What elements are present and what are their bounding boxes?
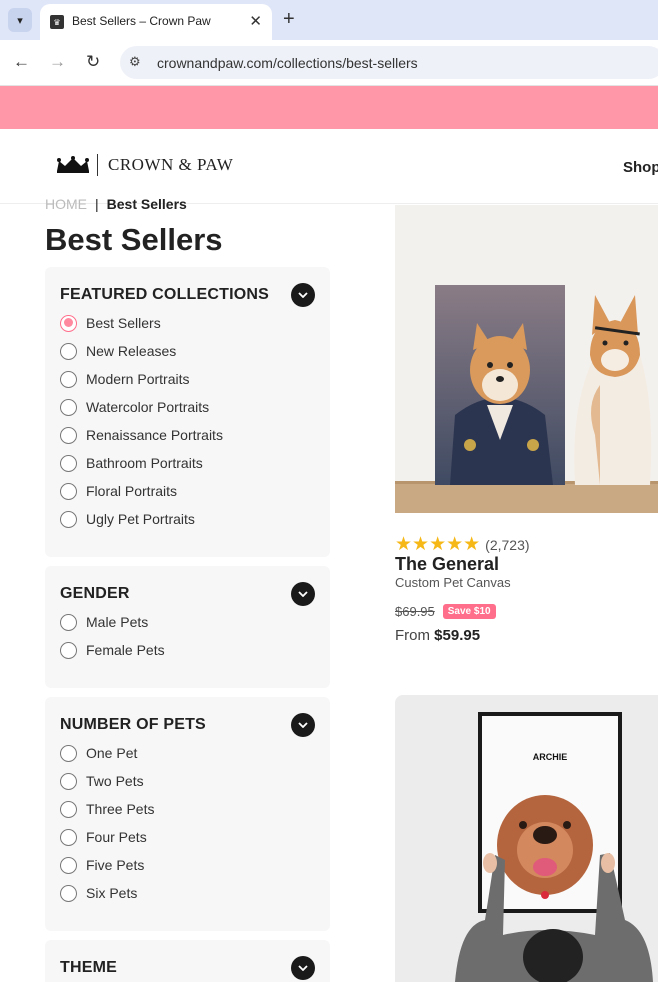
poster-name: ARCHIE bbox=[533, 752, 568, 762]
sale-price: $59.95 bbox=[434, 627, 481, 644]
new-tab-button[interactable]: + bbox=[283, 8, 295, 30]
filter-option-watercolor-portraits[interactable]: Watercolor Portraits bbox=[60, 398, 209, 416]
product-image-archie-poster[interactable]: ARCHIE bbox=[395, 695, 658, 982]
compare-at-price: $69.95 bbox=[395, 604, 435, 619]
site-header: CROWN & PAW Shop bbox=[0, 129, 658, 204]
from-price: From $59.95 bbox=[395, 627, 480, 644]
filter-option-renaissance-portraits[interactable]: Renaissance Portraits bbox=[60, 426, 223, 444]
radio-button[interactable] bbox=[60, 398, 77, 416]
radio-button[interactable] bbox=[60, 884, 77, 902]
radio-button[interactable] bbox=[60, 800, 77, 818]
filter-option-three-pets[interactable]: Three Pets bbox=[60, 800, 154, 818]
logo-wordmark: CROWN & PAW bbox=[108, 155, 234, 174]
filter-number-of-pets: NUMBER OF PETS One Pet Two Pets Three Pe… bbox=[45, 697, 330, 931]
radio-button[interactable] bbox=[60, 613, 77, 631]
url-text[interactable]: crownandpaw.com/collections/best-sellers bbox=[157, 55, 418, 71]
crown-favicon-icon: ♛ bbox=[50, 15, 64, 29]
promo-banner bbox=[0, 86, 658, 129]
product-subtitle: Custom Pet Canvas bbox=[395, 575, 511, 590]
radio-button[interactable] bbox=[60, 510, 77, 528]
radio-button[interactable] bbox=[60, 641, 77, 659]
radio-button[interactable] bbox=[60, 772, 77, 790]
filter-option-four-pets[interactable]: Four Pets bbox=[60, 828, 147, 846]
rating-stars-icon: ★★★★★ bbox=[395, 534, 481, 555]
filter-option-floral-portraits[interactable]: Floral Portraits bbox=[60, 482, 177, 500]
radio-button[interactable] bbox=[60, 744, 77, 762]
general-canvas-photo bbox=[395, 205, 658, 513]
filter-option-five-pets[interactable]: Five Pets bbox=[60, 856, 144, 874]
radio-button[interactable] bbox=[60, 828, 77, 846]
site-settings-icon[interactable]: ⚙ bbox=[129, 54, 141, 70]
breadcrumb-home[interactable]: HOME bbox=[45, 196, 87, 212]
filter-featured-collections: FEATURED COLLECTIONS Best Sellers New Re… bbox=[45, 267, 330, 557]
filter-heading-gender: GENDER bbox=[60, 585, 130, 602]
filter-option-modern-portraits[interactable]: Modern Portraits bbox=[60, 370, 189, 388]
product-image-the-general[interactable] bbox=[395, 205, 658, 513]
archie-poster-photo: ARCHIE bbox=[395, 695, 658, 982]
radio-button[interactable] bbox=[60, 482, 77, 500]
radio-button[interactable] bbox=[60, 314, 77, 332]
filter-option-one-pet[interactable]: One Pet bbox=[60, 744, 137, 762]
radio-button[interactable] bbox=[60, 454, 77, 472]
address-bar[interactable]: ⚙ crownandpaw.com/collections/best-selle… bbox=[120, 46, 658, 79]
logo-divider bbox=[97, 154, 98, 176]
filter-option-six-pets[interactable]: Six Pets bbox=[60, 884, 137, 902]
browser-toolbar: ← → ↻ ⚙ crownandpaw.com/collections/best… bbox=[0, 40, 658, 86]
tab-title: Best Sellers – Crown Paw bbox=[72, 14, 211, 28]
back-arrow-icon[interactable]: ← bbox=[13, 52, 30, 72]
site-logo[interactable]: CROWN & PAW bbox=[55, 154, 233, 176]
filter-theme: THEME bbox=[45, 940, 330, 982]
breadcrumb-current: Best Sellers bbox=[106, 196, 187, 212]
radio-button[interactable] bbox=[60, 370, 77, 388]
filter-option-ugly-pet-portraits[interactable]: Ugly Pet Portraits bbox=[60, 510, 195, 528]
product-name[interactable]: The General bbox=[395, 554, 499, 575]
filter-option-male-pets[interactable]: Male Pets bbox=[60, 613, 148, 631]
filter-gender: GENDER Male Pets Female Pets bbox=[45, 566, 330, 688]
filter-option-bathroom-portraits[interactable]: Bathroom Portraits bbox=[60, 454, 203, 472]
filter-option-best-sellers[interactable]: Best Sellers bbox=[60, 314, 161, 332]
radio-button[interactable] bbox=[60, 856, 77, 874]
chevron-down-icon[interactable] bbox=[291, 582, 315, 606]
filter-option-female-pets[interactable]: Female Pets bbox=[60, 641, 165, 659]
filter-option-two-pets[interactable]: Two Pets bbox=[60, 772, 144, 790]
browser-tab-bar: ▾ ♛ Best Sellers – Crown Paw ✕ + bbox=[0, 0, 658, 40]
tab-list-dropdown-icon[interactable]: ▾ bbox=[8, 8, 32, 32]
filter-heading-featured: FEATURED COLLECTIONS bbox=[60, 286, 270, 303]
chevron-down-icon[interactable] bbox=[291, 956, 315, 980]
nav-shop-link[interactable]: Shop bbox=[623, 159, 658, 176]
filter-option-new-releases[interactable]: New Releases bbox=[60, 342, 176, 360]
breadcrumb: HOME | Best Sellers bbox=[45, 196, 187, 212]
save-badge: Save $10 bbox=[442, 604, 496, 619]
chevron-down-icon[interactable] bbox=[291, 283, 315, 307]
breadcrumb-separator: | bbox=[95, 196, 99, 212]
tab-close-icon[interactable]: ✕ bbox=[249, 12, 262, 30]
reload-icon[interactable]: ↻ bbox=[86, 52, 100, 72]
price-row: $69.95 Save $10 bbox=[395, 604, 496, 619]
from-label: From bbox=[395, 627, 430, 644]
radio-button[interactable] bbox=[60, 426, 77, 444]
browser-tab-active[interactable]: ♛ Best Sellers – Crown Paw ✕ bbox=[40, 4, 272, 40]
filter-heading-number-of-pets: NUMBER OF PETS bbox=[60, 716, 206, 733]
filter-heading-theme: THEME bbox=[60, 959, 117, 976]
forward-arrow-icon[interactable]: → bbox=[49, 52, 66, 72]
crown-logo-icon bbox=[57, 156, 89, 173]
product-rating: ★★★★★ (2,723) bbox=[395, 533, 530, 556]
chevron-down-icon[interactable] bbox=[291, 713, 315, 737]
radio-button[interactable] bbox=[60, 342, 77, 360]
rating-count: (2,723) bbox=[485, 536, 530, 553]
page-title: Best Sellers bbox=[45, 222, 223, 257]
